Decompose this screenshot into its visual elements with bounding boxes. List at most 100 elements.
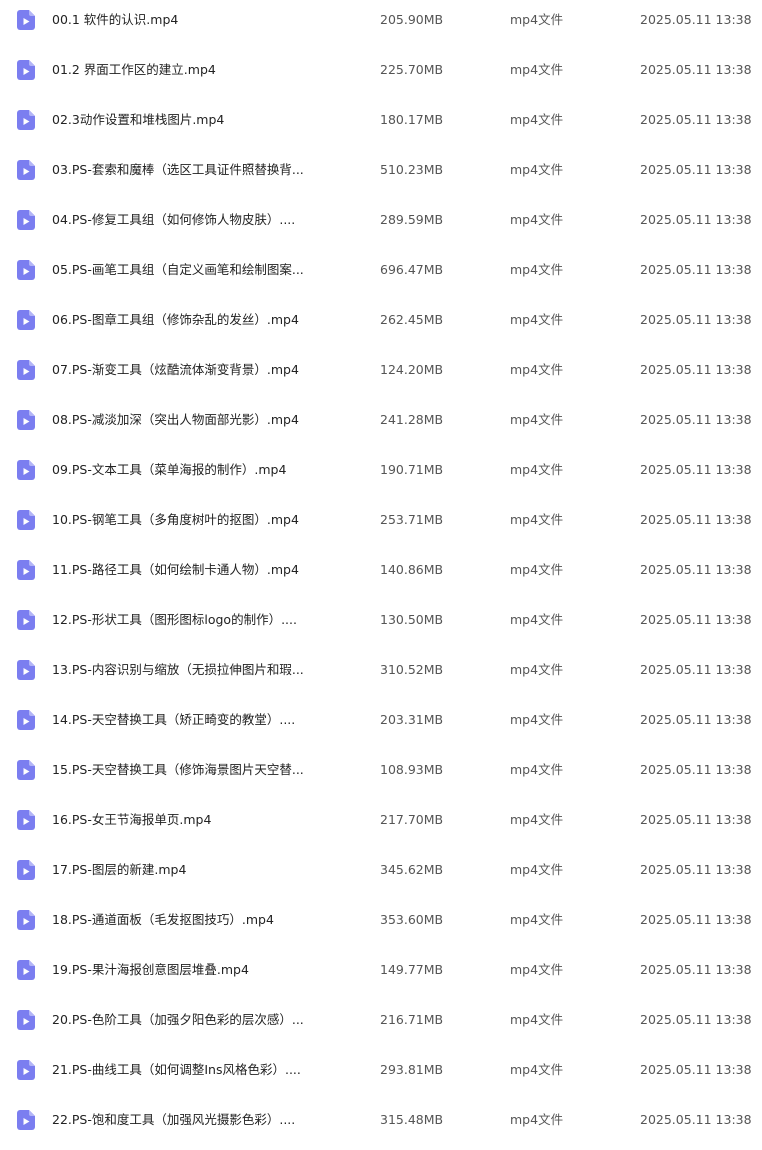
file-name: 05.PS-画笔工具组（自定义画笔和绘制图案...: [52, 262, 304, 277]
file-size: 345.62MB: [380, 862, 444, 877]
file-type: mp4文件: [510, 62, 564, 77]
file-type: mp4文件: [510, 512, 564, 527]
video-file-icon: [17, 510, 35, 530]
file-modified-date: 2025.05.11 13:38: [640, 462, 752, 477]
video-file-icon: [17, 960, 35, 980]
file-row[interactable]: 14.PS-天空替换工具（矫正畸变的教堂）.... 203.31MB mp4文件…: [0, 700, 762, 750]
file-name: 12.PS-形状工具（图形图标logo的制作）....: [52, 612, 297, 627]
file-type: mp4文件: [510, 812, 564, 827]
file-row[interactable]: 06.PS-图章工具组（修饰杂乱的发丝）.mp4 262.45MB mp4文件 …: [0, 300, 762, 350]
file-size: 216.71MB: [380, 1012, 444, 1027]
file-size: 241.28MB: [380, 412, 444, 427]
file-name: 09.PS-文本工具（菜单海报的制作）.mp4: [52, 462, 287, 477]
file-size: 310.52MB: [380, 662, 444, 677]
file-row[interactable]: 13.PS-内容识别与缩放（无损拉伸图片和瑕... 310.52MB mp4文件…: [0, 650, 762, 700]
video-file-icon: [17, 60, 35, 80]
file-modified-date: 2025.05.11 13:38: [640, 1112, 752, 1127]
file-name: 03.PS-套索和魔棒（选区工具证件照替换背...: [52, 162, 304, 177]
video-file-icon: [17, 410, 35, 430]
file-row[interactable]: 15.PS-天空替换工具（修饰海景图片天空替... 108.93MB mp4文件…: [0, 750, 762, 800]
file-size: 190.71MB: [380, 462, 444, 477]
video-file-icon: [17, 710, 35, 730]
file-size: 108.93MB: [380, 762, 444, 777]
file-size: 696.47MB: [380, 262, 444, 277]
file-size: 149.77MB: [380, 962, 444, 977]
video-file-icon: [17, 260, 35, 280]
file-row[interactable]: 05.PS-画笔工具组（自定义画笔和绘制图案... 696.47MB mp4文件…: [0, 250, 762, 300]
file-name: 02.3动作设置和堆栈图片.mp4: [52, 112, 225, 127]
file-name: 04.PS-修复工具组（如何修饰人物皮肤）....: [52, 212, 296, 227]
file-type: mp4文件: [510, 262, 564, 277]
file-name: 15.PS-天空替换工具（修饰海景图片天空替...: [52, 762, 304, 777]
file-name: 17.PS-图层的新建.mp4: [52, 862, 187, 877]
video-file-icon: [17, 1010, 35, 1030]
file-modified-date: 2025.05.11 13:38: [640, 112, 752, 127]
file-type: mp4文件: [510, 12, 564, 27]
file-size: 353.60MB: [380, 912, 444, 927]
file-name: 21.PS-曲线工具（如何调整Ins风格色彩）....: [52, 1062, 301, 1077]
video-file-icon: [17, 760, 35, 780]
file-row[interactable]: 04.PS-修复工具组（如何修饰人物皮肤）.... 289.59MB mp4文件…: [0, 200, 762, 250]
file-modified-date: 2025.05.11 13:38: [640, 62, 752, 77]
file-name: 22.PS-饱和度工具（加强风光摄影色彩）....: [52, 1112, 296, 1127]
video-file-icon: [17, 210, 35, 230]
file-row[interactable]: 01.2 界面工作区的建立.mp4 225.70MB mp4文件 2025.05…: [0, 50, 762, 100]
file-row[interactable]: 12.PS-形状工具（图形图标logo的制作）.... 130.50MB mp4…: [0, 600, 762, 650]
video-file-icon: [17, 860, 35, 880]
file-modified-date: 2025.05.11 13:38: [640, 712, 752, 727]
file-name: 14.PS-天空替换工具（矫正畸变的教堂）....: [52, 712, 296, 727]
video-file-icon: [17, 560, 35, 580]
file-modified-date: 2025.05.11 13:38: [640, 312, 752, 327]
file-type: mp4文件: [510, 662, 564, 677]
file-type: mp4文件: [510, 912, 564, 927]
file-size: 315.48MB: [380, 1112, 444, 1127]
file-name: 08.PS-减淡加深（突出人物面部光影）.mp4: [52, 412, 299, 427]
file-row[interactable]: 21.PS-曲线工具（如何调整Ins风格色彩）.... 293.81MB mp4…: [0, 1050, 762, 1100]
file-size: 510.23MB: [380, 162, 444, 177]
video-file-icon: [17, 10, 35, 30]
file-type: mp4文件: [510, 762, 564, 777]
file-size: 225.70MB: [380, 62, 444, 77]
file-row[interactable]: 07.PS-渐变工具（炫酷流体渐变背景）.mp4 124.20MB mp4文件 …: [0, 350, 762, 400]
file-modified-date: 2025.05.11 13:38: [640, 512, 752, 527]
file-name: 06.PS-图章工具组（修饰杂乱的发丝）.mp4: [52, 312, 299, 327]
file-modified-date: 2025.05.11 13:38: [640, 262, 752, 277]
video-file-icon: [17, 610, 35, 630]
file-size: 217.70MB: [380, 812, 444, 827]
file-row[interactable]: 18.PS-通道面板（毛发抠图技巧）.mp4 353.60MB mp4文件 20…: [0, 900, 762, 950]
file-name: 16.PS-女王节海报单页.mp4: [52, 812, 212, 827]
file-size: 180.17MB: [380, 112, 444, 127]
file-row[interactable]: 17.PS-图层的新建.mp4 345.62MB mp4文件 2025.05.1…: [0, 850, 762, 900]
file-type: mp4文件: [510, 712, 564, 727]
file-list: 00.1 软件的认识.mp4 205.90MB mp4文件 2025.05.11…: [0, 0, 762, 1150]
file-row[interactable]: 00.1 软件的认识.mp4 205.90MB mp4文件 2025.05.11…: [0, 0, 762, 50]
file-size: 289.59MB: [380, 212, 444, 227]
video-file-icon: [17, 660, 35, 680]
file-row[interactable]: 03.PS-套索和魔棒（选区工具证件照替换背... 510.23MB mp4文件…: [0, 150, 762, 200]
file-row[interactable]: 11.PS-路径工具（如何绘制卡通人物）.mp4 140.86MB mp4文件 …: [0, 550, 762, 600]
file-name: 19.PS-果汁海报创意图层堆叠.mp4: [52, 962, 249, 977]
file-row[interactable]: 19.PS-果汁海报创意图层堆叠.mp4 149.77MB mp4文件 2025…: [0, 950, 762, 1000]
file-name: 00.1 软件的认识.mp4: [52, 12, 179, 27]
file-name: 13.PS-内容识别与缩放（无损拉伸图片和瑕...: [52, 662, 304, 677]
file-row[interactable]: 02.3动作设置和堆栈图片.mp4 180.17MB mp4文件 2025.05…: [0, 100, 762, 150]
file-type: mp4文件: [510, 112, 564, 127]
file-modified-date: 2025.05.11 13:38: [640, 362, 752, 377]
video-file-icon: [17, 310, 35, 330]
file-modified-date: 2025.05.11 13:38: [640, 1012, 752, 1027]
file-row[interactable]: 22.PS-饱和度工具（加强风光摄影色彩）.... 315.48MB mp4文件…: [0, 1100, 762, 1150]
file-name: 07.PS-渐变工具（炫酷流体渐变背景）.mp4: [52, 362, 299, 377]
file-row[interactable]: 08.PS-减淡加深（突出人物面部光影）.mp4 241.28MB mp4文件 …: [0, 400, 762, 450]
video-file-icon: [17, 1110, 35, 1130]
file-size: 262.45MB: [380, 312, 444, 327]
file-row[interactable]: 10.PS-钢笔工具（多角度树叶的抠图）.mp4 253.71MB mp4文件 …: [0, 500, 762, 550]
file-row[interactable]: 09.PS-文本工具（菜单海报的制作）.mp4 190.71MB mp4文件 2…: [0, 450, 762, 500]
file-row[interactable]: 16.PS-女王节海报单页.mp4 217.70MB mp4文件 2025.05…: [0, 800, 762, 850]
file-modified-date: 2025.05.11 13:38: [640, 912, 752, 927]
video-file-icon: [17, 360, 35, 380]
file-row[interactable]: 20.PS-色阶工具（加强夕阳色彩的层次感）... 216.71MB mp4文件…: [0, 1000, 762, 1050]
file-type: mp4文件: [510, 862, 564, 877]
file-type: mp4文件: [510, 1062, 564, 1077]
file-modified-date: 2025.05.11 13:38: [640, 812, 752, 827]
video-file-icon: [17, 910, 35, 930]
